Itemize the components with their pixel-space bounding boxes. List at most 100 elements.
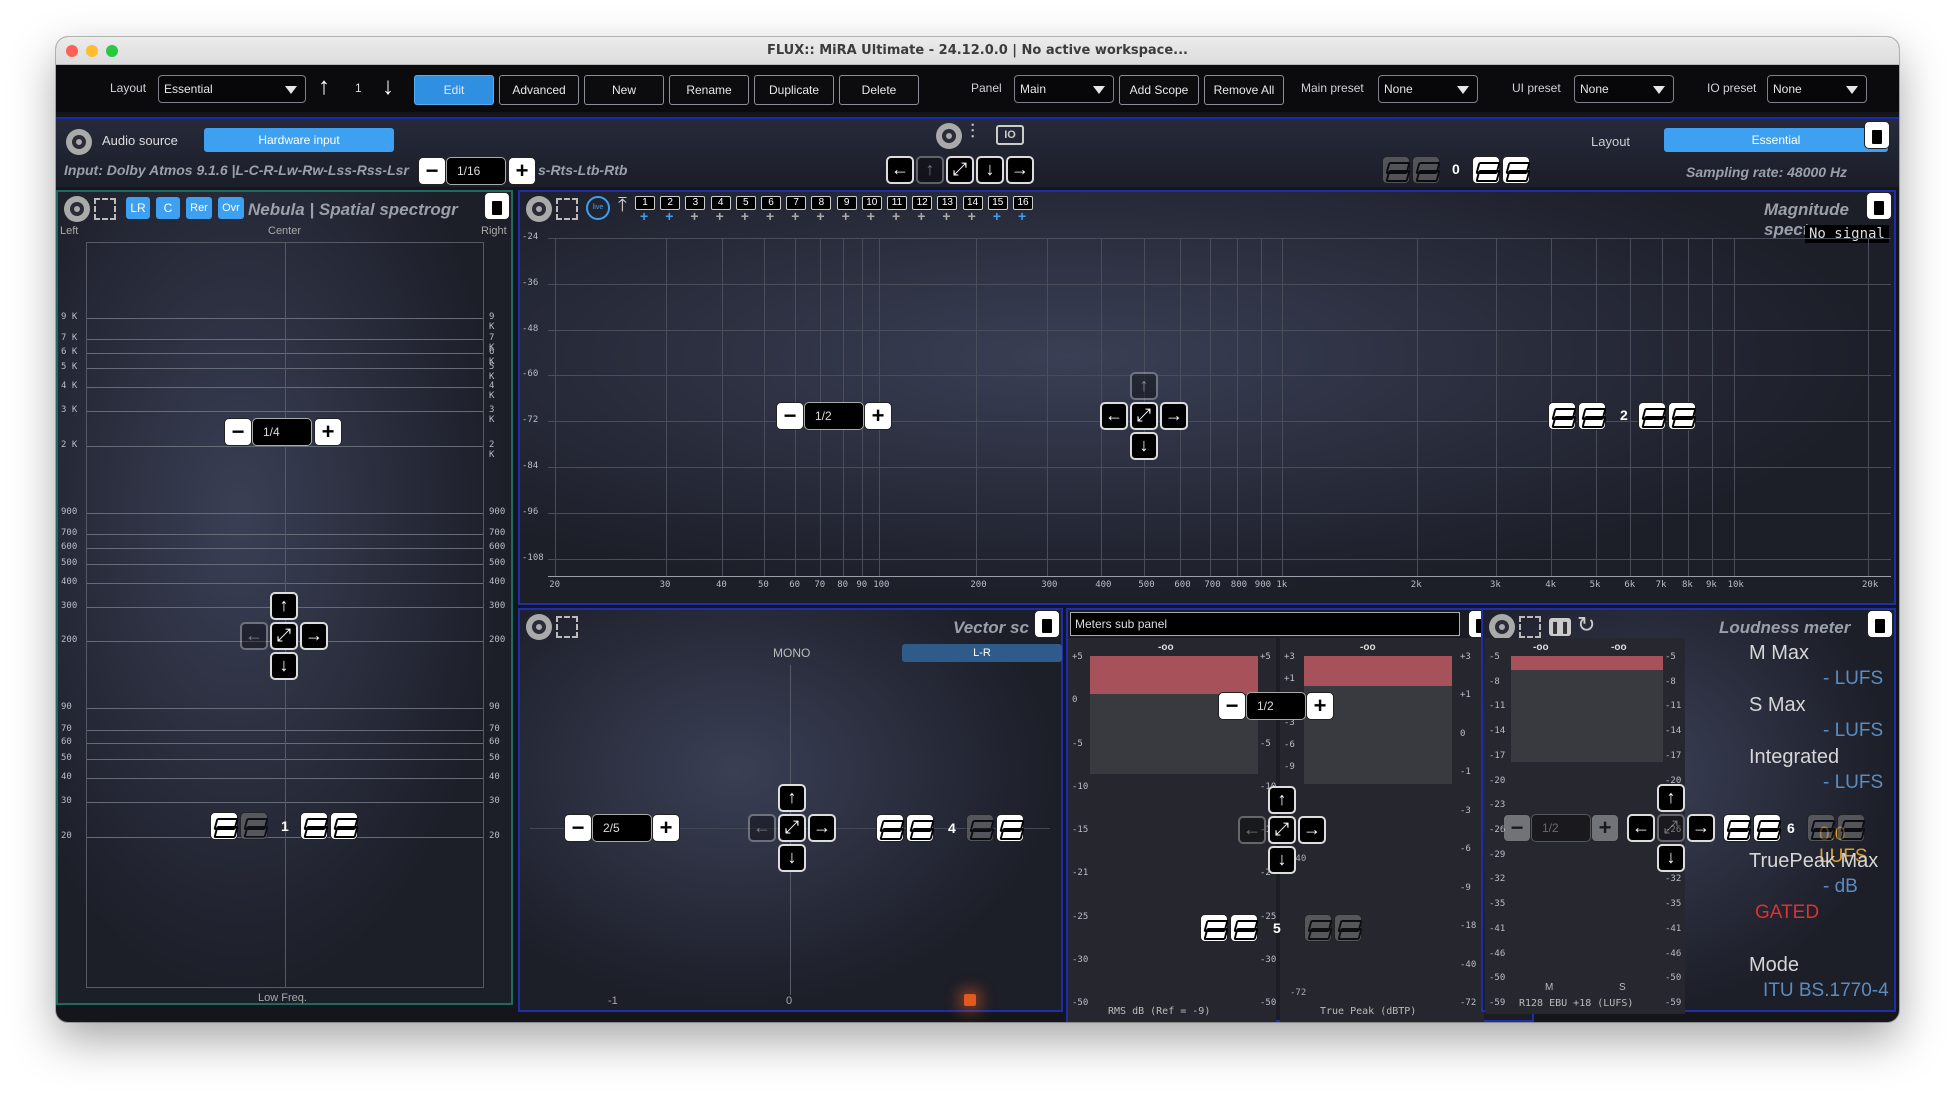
gear-icon[interactable] [66, 129, 92, 155]
io-preset-select[interactable]: None [1767, 75, 1867, 103]
ovr-button[interactable]: Ovr [218, 197, 244, 219]
minus-icon[interactable]: − [564, 814, 592, 842]
advanced-button[interactable]: Advanced [499, 75, 579, 105]
arrow-left-icon[interactable]: ← [1238, 816, 1266, 844]
channel-add-icon[interactable]: + [1018, 208, 1026, 224]
plus-icon[interactable]: + [1591, 814, 1619, 842]
layer-down-icon[interactable] [1723, 814, 1751, 842]
arrow-right-icon[interactable]: → [1006, 156, 1034, 184]
division-field[interactable]: 2/5 [592, 814, 652, 842]
close-window-icon[interactable] [66, 45, 78, 57]
arrow-left-icon[interactable]: ← [240, 622, 268, 650]
arrow-left-icon[interactable]: ← [748, 814, 776, 842]
layer-down-icon[interactable] [876, 814, 904, 842]
channel-add-icon[interactable]: + [867, 208, 875, 224]
expand-icon[interactable]: ⤢ [1130, 402, 1158, 430]
layer-down-icon[interactable] [240, 812, 268, 840]
layer-down-icon[interactable] [1578, 402, 1606, 430]
c-button[interactable]: C [156, 197, 180, 219]
main-preset-select[interactable]: None [1378, 75, 1478, 103]
channel-add-icon[interactable]: + [842, 208, 850, 224]
new-button[interactable]: New [584, 75, 664, 105]
trash-icon[interactable] [1034, 610, 1060, 638]
panel-select[interactable]: Main [1014, 75, 1114, 103]
channel-add-icon[interactable]: + [917, 208, 925, 224]
trash-icon[interactable] [1867, 610, 1893, 638]
layer-up-icon[interactable] [996, 814, 1024, 842]
division-field[interactable]: 1/2 [1246, 692, 1306, 720]
minus-icon[interactable]: − [1503, 814, 1531, 842]
gear-icon[interactable] [526, 614, 552, 640]
expand-icon[interactable]: ⤢ [1657, 814, 1685, 842]
fullscreen-icon[interactable] [94, 198, 116, 220]
layer-down-icon[interactable] [1753, 814, 1781, 842]
gear-icon[interactable] [526, 196, 552, 222]
arrow-down-icon[interactable]: ↓ [976, 156, 1004, 184]
zoom-window-icon[interactable] [106, 45, 118, 57]
rename-button[interactable]: Rename [669, 75, 749, 105]
layer-down-icon[interactable] [1548, 402, 1576, 430]
plus-icon[interactable]: + [864, 402, 892, 430]
layer-up-icon[interactable] [1334, 914, 1362, 942]
layer-up-icon[interactable] [330, 812, 358, 840]
layer-down-icon[interactable] [1230, 914, 1258, 942]
lr-toggle[interactable]: L-R [902, 644, 1062, 662]
channel-add-icon[interactable]: + [741, 208, 749, 224]
arrow-down-icon[interactable]: ↓ [382, 73, 394, 101]
minus-icon[interactable]: − [776, 402, 804, 430]
arrow-down-icon[interactable]: ↓ [1657, 844, 1685, 872]
arrow-up-icon[interactable]: ↑ [1130, 372, 1158, 400]
channel-add-icon[interactable]: + [791, 208, 799, 224]
gear-icon[interactable] [64, 196, 90, 222]
io-icon[interactable]: IO [996, 125, 1024, 145]
layout-essential-button[interactable]: Essential [1664, 128, 1888, 152]
add-scope-button[interactable]: Add Scope [1119, 75, 1199, 105]
fullscreen-icon[interactable] [556, 616, 578, 638]
plus-icon[interactable]: + [652, 814, 680, 842]
expand-icon[interactable]: ⤢ [946, 156, 974, 184]
arrow-down-icon[interactable]: ↓ [1268, 846, 1296, 874]
arrow-left-icon[interactable]: ← [886, 156, 914, 184]
plus-icon[interactable]: + [1306, 692, 1334, 720]
arrow-right-icon[interactable]: → [1298, 816, 1326, 844]
rer-button[interactable]: Rer [186, 197, 212, 219]
arrow-right-icon[interactable]: → [300, 622, 328, 650]
layer-up-icon[interactable] [966, 814, 994, 842]
trash-icon[interactable] [1866, 192, 1892, 220]
hardware-input-button[interactable]: Hardware input [204, 128, 394, 152]
channel-add-icon[interactable]: + [993, 208, 1001, 224]
trash-icon[interactable] [1864, 121, 1890, 149]
fullscreen-icon[interactable] [556, 198, 578, 220]
layer-up-icon[interactable] [1837, 814, 1865, 842]
remove-all-button[interactable]: Remove All [1204, 75, 1284, 105]
mixer-icon[interactable]: ⫶ [970, 121, 975, 144]
live-icon[interactable]: live [586, 196, 610, 220]
meters-title-field[interactable]: Meters sub panel [1070, 612, 1460, 636]
expand-icon[interactable]: ⤢ [270, 622, 298, 650]
minus-icon[interactable]: − [1218, 692, 1246, 720]
lr-button[interactable]: LR [126, 197, 150, 219]
layer-down-icon[interactable] [1200, 914, 1228, 942]
layer-down-icon[interactable] [1412, 156, 1440, 184]
edit-button[interactable]: Edit [414, 75, 494, 105]
layer-down-icon[interactable] [906, 814, 934, 842]
arrow-right-icon[interactable]: → [808, 814, 836, 842]
channel-add-icon[interactable]: + [690, 208, 698, 224]
channel-add-icon[interactable]: + [665, 208, 673, 224]
arrow-up-icon[interactable]: ↑ [916, 156, 944, 184]
expand-icon[interactable]: ⤢ [1268, 816, 1296, 844]
arrow-up-icon[interactable]: ↑ [270, 592, 298, 620]
gear-icon[interactable] [936, 123, 962, 149]
channel-add-icon[interactable]: + [766, 208, 774, 224]
arrow-up-icon[interactable]: ↑ [1268, 786, 1296, 814]
arrow-up-icon[interactable]: ↑ [1657, 784, 1685, 812]
minus-icon[interactable]: − [224, 418, 252, 446]
plus-icon[interactable]: + [314, 418, 342, 446]
layer-up-icon[interactable] [1638, 402, 1666, 430]
ui-preset-select[interactable]: None [1574, 75, 1674, 103]
layer-up-icon[interactable] [1668, 402, 1696, 430]
layout-select[interactable]: Essential [158, 75, 306, 103]
division-field[interactable]: 1/2 [1531, 814, 1591, 842]
arrow-right-icon[interactable]: → [1687, 814, 1715, 842]
fullscreen-icon[interactable] [1519, 616, 1541, 638]
